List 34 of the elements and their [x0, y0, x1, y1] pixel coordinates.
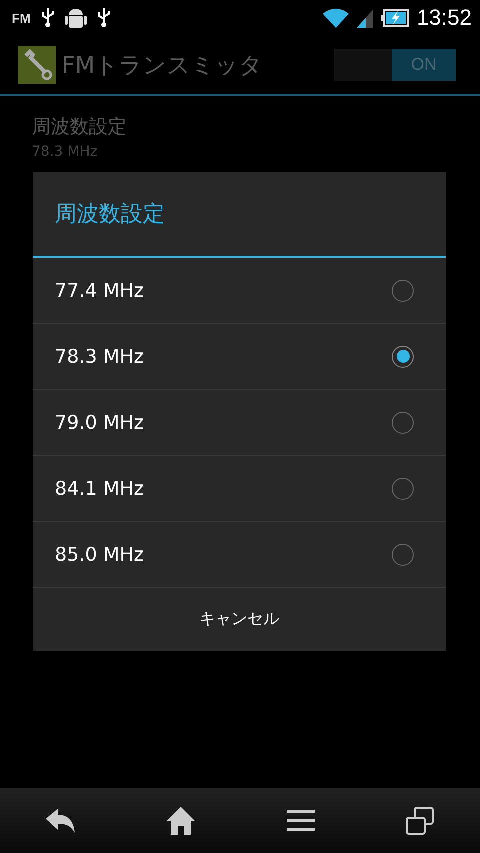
app-title: FMトランスミッタ — [62, 52, 264, 80]
robot-icon — [64, 6, 87, 30]
option-row[interactable]: 85.0 MHz — [33, 522, 446, 588]
radio-button[interactable] — [392, 346, 414, 368]
cancel-button[interactable]: キャンセル — [33, 588, 446, 651]
usb-icon — [40, 7, 55, 29]
setting-summary: 78.3 MHz — [32, 144, 99, 160]
recent-apps-icon[interactable] — [406, 806, 434, 834]
home-icon[interactable] — [167, 806, 196, 834]
setting-title: 周波数設定 — [32, 115, 128, 140]
back-icon[interactable] — [46, 808, 76, 832]
fm-status-label: FM — [12, 10, 31, 26]
radio-button[interactable] — [392, 280, 414, 302]
signal-icon — [356, 8, 373, 28]
battery-charging-icon — [380, 9, 409, 27]
option-row[interactable]: 79.0 MHz — [33, 390, 446, 456]
wifi-icon — [322, 8, 349, 28]
switch-thumb: ON — [392, 49, 456, 81]
option-label: 77.4 MHz — [55, 280, 144, 302]
wrench-icon — [18, 46, 56, 84]
option-row[interactable]: 77.4 MHz — [33, 258, 446, 324]
option-label: 78.3 MHz — [55, 346, 144, 368]
option-row[interactable]: 84.1 MHz — [33, 456, 446, 522]
option-label: 79.0 MHz — [55, 412, 144, 434]
option-row[interactable]: 78.3 MHz — [33, 324, 446, 390]
radio-button[interactable] — [392, 412, 414, 434]
clock-time: 13:52 — [416, 5, 472, 31]
dialog-title: 周波数設定 — [33, 172, 446, 258]
option-label: 85.0 MHz — [55, 544, 144, 566]
radio-button[interactable] — [392, 544, 414, 566]
usb-icon — [96, 7, 111, 29]
option-label: 84.1 MHz — [55, 478, 144, 500]
radio-button[interactable] — [392, 478, 414, 500]
menu-icon[interactable] — [286, 808, 315, 832]
